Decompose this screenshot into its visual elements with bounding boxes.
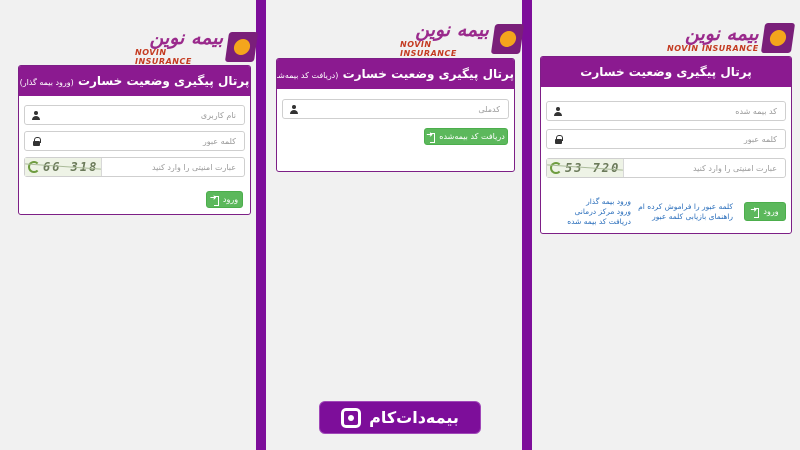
novin-logo: بیمه نوین NOVIN INSURANCE xyxy=(400,19,525,58)
username-field[interactable] xyxy=(24,105,245,125)
bimeh-com-logo: بیمه‌دات‌کام xyxy=(319,401,481,434)
insured-code-input[interactable] xyxy=(565,106,785,116)
card-header: پرتال پیگیری وضعیت خسارت (ورود بیمه گذار… xyxy=(19,66,250,96)
panel-policyholder-login: بیمه نوین NOVIN INSURANCE پرتال پیگیری و… xyxy=(0,0,259,450)
card-subtitle: (ورود بیمه گذار) xyxy=(19,78,74,87)
novin-logo: بیمه نوین NOVIN INSURANCE xyxy=(135,27,259,66)
refresh-icon[interactable] xyxy=(28,161,40,173)
password-field[interactable] xyxy=(24,131,245,151)
brand-icon xyxy=(341,407,362,428)
logo-en: NOVIN INSURANCE xyxy=(667,43,759,53)
captcha-image: 53 720 xyxy=(547,159,625,177)
get-code-button-label: دریافت کد بیمه‌شده xyxy=(439,132,505,141)
get-insured-code-link[interactable]: دریافت کد بیمه شده xyxy=(549,217,631,227)
sign-in-icon xyxy=(210,193,219,206)
sign-in-icon xyxy=(750,205,760,218)
brand-name: بیمه‌دات‌کام xyxy=(369,408,459,427)
logo-fa: بیمه نوین xyxy=(149,27,224,49)
card-title: پرتال پیگیری وضعیت خسارت xyxy=(342,67,514,81)
logo-fa: بیمه نوین xyxy=(415,19,489,41)
panel-get-insured-code: بیمه نوین NOVIN INSURANCE پرتال پیگیری و… xyxy=(266,0,525,450)
logo-en: NOVIN INSURANCE xyxy=(400,40,457,58)
get-code-button[interactable]: دریافت کد بیمه‌شده xyxy=(424,128,508,145)
captcha-code: 66 318 xyxy=(43,160,99,174)
policyholder-login-link[interactable]: ورود بیمه گذار xyxy=(549,197,631,207)
novin-logo: بیمه نوین NOVIN INSURANCE xyxy=(667,21,795,55)
logo-en: NOVIN INSURANCE xyxy=(135,48,192,66)
logo-fa: بیمه نوین xyxy=(685,22,759,45)
captcha-code: 53 720 xyxy=(565,161,621,175)
refresh-icon[interactable] xyxy=(550,162,562,174)
card-title: پرتال پیگیری وضعیت خسارت xyxy=(580,65,752,79)
username-input[interactable] xyxy=(43,110,244,120)
captcha-field[interactable]: 53 720 xyxy=(546,158,786,178)
user-icon xyxy=(287,100,301,118)
login-button[interactable]: ورود xyxy=(206,191,243,208)
logo-icon xyxy=(225,32,259,62)
panel-insured-login: بیمه نوین NOVIN INSURANCE پرتال پیگیری و… xyxy=(532,0,800,450)
get-code-card: پرتال پیگیری وضعیت خسارت (دریافت کد بیمه… xyxy=(276,58,515,172)
logo-icon xyxy=(490,24,525,54)
password-input[interactable] xyxy=(43,136,244,146)
national-code-field[interactable] xyxy=(282,99,509,119)
lock-icon xyxy=(551,130,565,148)
user-icon xyxy=(29,106,43,124)
sign-in-icon xyxy=(426,130,436,143)
lock-icon xyxy=(29,132,43,150)
login-button-label: ورود xyxy=(763,207,779,216)
insured-code-field[interactable] xyxy=(546,101,786,121)
captcha-input[interactable] xyxy=(102,162,244,172)
user-icon xyxy=(551,102,565,120)
card-header: پرتال پیگیری وضعیت خسارت xyxy=(541,57,791,87)
card-title: پرتال پیگیری وضعیت خسارت xyxy=(77,74,250,88)
login-button[interactable]: ورود xyxy=(744,202,786,221)
password-input[interactable] xyxy=(565,134,785,144)
logo-icon xyxy=(760,23,795,53)
login-card: پرتال پیگیری وضعیت خسارت (ورود بیمه گذار… xyxy=(18,65,251,215)
card-header: پرتال پیگیری وضعیت خسارت (دریافت کد بیمه… xyxy=(277,59,514,89)
card-subtitle: (دریافت کد بیمه‌شده) xyxy=(277,71,339,80)
forgot-password-link[interactable]: کلمه عبور را فراموش کرده ام xyxy=(638,202,733,212)
password-field[interactable] xyxy=(546,129,786,149)
national-code-input[interactable] xyxy=(301,104,508,114)
insured-login-card: پرتال پیگیری وضعیت خسارت 53 720 ورود کلم… xyxy=(540,56,792,234)
captcha-input[interactable] xyxy=(624,163,785,173)
recovery-guide-link[interactable]: راهنمای بازیابی کلمه عبور xyxy=(652,212,733,222)
captcha-image: 66 318 xyxy=(25,158,103,176)
center-login-link[interactable]: ورود مرکز درمانی xyxy=(549,207,631,217)
captcha-field[interactable]: 66 318 xyxy=(24,157,245,177)
login-button-label: ورود xyxy=(222,195,239,204)
